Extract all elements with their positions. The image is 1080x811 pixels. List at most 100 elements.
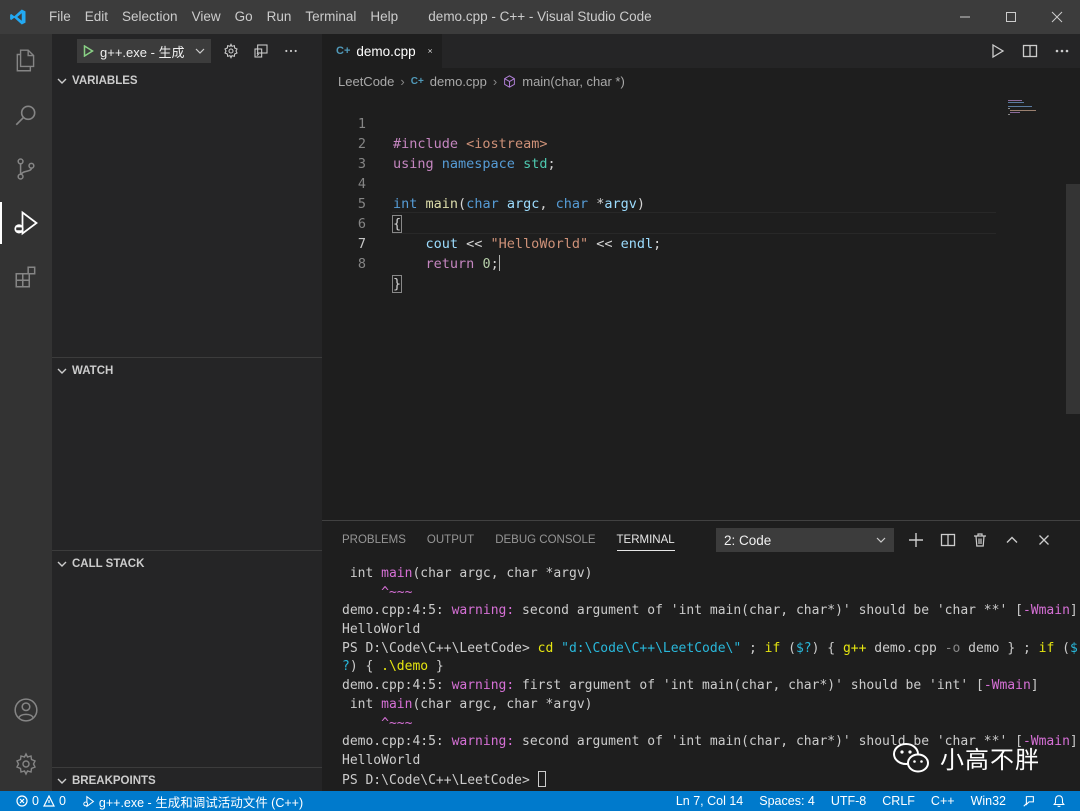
- line-number: 8: [357, 256, 366, 272]
- close-window-icon[interactable]: [1034, 0, 1080, 34]
- menu-go[interactable]: Go: [228, 0, 260, 34]
- breadcrumb-folder[interactable]: LeetCode: [338, 74, 394, 89]
- menu-selection[interactable]: Selection: [115, 0, 185, 34]
- debug-config-label: g++.exe - 生成: [100, 44, 185, 60]
- account-icon[interactable]: [0, 683, 52, 737]
- watch-header[interactable]: WATCH: [52, 358, 322, 384]
- debug-sidebar: g++.exe - 生成 VARIABLES WATCH CALL STACK …: [52, 34, 322, 791]
- menu-bar: File Edit Selection View Go Run Terminal…: [42, 0, 405, 34]
- warning-count: 0: [58, 794, 66, 808]
- watch-section: WATCH: [52, 357, 322, 551]
- symbol-method-icon: [504, 74, 516, 88]
- editor-scrollbar[interactable]: [1066, 94, 1080, 520]
- menu-terminal[interactable]: Terminal: [298, 0, 363, 34]
- extensions-icon[interactable]: [0, 250, 52, 304]
- debug-config-select[interactable]: g++.exe - 生成: [77, 39, 211, 63]
- code-line: 4 int main(char argc, char *argv): [322, 154, 1002, 212]
- error-icon: [16, 795, 28, 807]
- chevron-down-icon: [195, 48, 205, 54]
- call-stack-section: CALL STACK: [52, 550, 322, 768]
- editor-group: C+ demo.cpp LeetCode › C+ demo.cpp › mai…: [322, 34, 1080, 520]
- explorer-icon[interactable]: [0, 34, 52, 88]
- code-line: 6 cout << "HelloWorld" << endl;: [322, 194, 1002, 252]
- terminal-line: demo.cpp:4:5: warning: second argument o…: [342, 603, 1078, 619]
- code-line: 3: [322, 134, 1002, 172]
- debug-toolbar: g++.exe - 生成: [52, 34, 322, 68]
- menu-run[interactable]: Run: [260, 0, 299, 34]
- split-terminal-icon[interactable]: [940, 532, 956, 548]
- terminal-line: int main(char argc, char *argv): [342, 696, 593, 712]
- close-icon[interactable]: [427, 46, 432, 56]
- cursor-position[interactable]: Ln 7, Col 14: [676, 794, 743, 808]
- code-line: 2 using namespace std;: [322, 114, 1002, 172]
- chevron-down-icon: [57, 778, 67, 784]
- breadcrumb-file[interactable]: demo.cpp: [430, 74, 487, 89]
- terminal-line: ^~~~: [381, 584, 413, 600]
- terminal-line: int main(char argc, char *argv): [342, 566, 593, 581]
- start-debugging-icon[interactable]: [83, 45, 94, 57]
- code-line-text: return 0;: [425, 255, 500, 272]
- new-terminal-icon[interactable]: [908, 532, 924, 548]
- debug-target-label: g++.exe - 生成和调试活动文件 (C++): [98, 795, 304, 810]
- settings-gear-icon[interactable]: [0, 737, 52, 791]
- code-line: 1 #include <iostream>: [322, 94, 1002, 152]
- run-code-icon[interactable]: [990, 43, 1006, 59]
- line-ending[interactable]: CRLF: [882, 794, 915, 808]
- variables-header[interactable]: VARIABLES: [52, 68, 322, 94]
- trash-icon[interactable]: [972, 532, 988, 548]
- tab-output[interactable]: OUTPUT: [427, 521, 474, 559]
- platform[interactable]: Win32: [971, 794, 1006, 808]
- maximize-icon[interactable]: [988, 0, 1034, 34]
- search-icon[interactable]: [0, 88, 52, 142]
- code-line: 5 {: [322, 174, 1002, 233]
- language-mode[interactable]: C++: [931, 794, 955, 808]
- debug-target-status[interactable]: g++.exe - 生成和调试活动文件 (C++): [82, 792, 303, 811]
- chevron-down-icon: [57, 561, 67, 567]
- encoding[interactable]: UTF-8: [831, 794, 866, 808]
- chevron-down-icon: [876, 537, 886, 543]
- terminal-line: ?) { .\demo }: [342, 659, 444, 675]
- split-editor-icon[interactable]: [1022, 43, 1038, 59]
- menu-edit[interactable]: Edit: [78, 0, 115, 34]
- feedback-icon[interactable]: [1022, 794, 1036, 808]
- chevron-down-icon: [57, 368, 67, 374]
- status-bar: 0 0 g++.exe - 生成和调试活动文件 (C++) Ln 7, Col …: [0, 791, 1080, 811]
- title-bar: File Edit Selection View Go Run Terminal…: [0, 0, 1080, 34]
- terminal-select[interactable]: 2: Code: [716, 528, 894, 552]
- activity-bar: [0, 34, 52, 791]
- window-controls: [942, 0, 1080, 34]
- source-control-icon[interactable]: [0, 142, 52, 196]
- tab-debug-console[interactable]: DEBUG CONSOLE: [495, 521, 595, 559]
- problems-status[interactable]: 0 0: [16, 794, 66, 808]
- more-actions-icon[interactable]: [283, 43, 299, 59]
- debug-icon: [83, 795, 95, 807]
- breadcrumb-symbol[interactable]: main(char, char *): [522, 74, 625, 89]
- minimize-icon[interactable]: [942, 0, 988, 34]
- tab-terminal[interactable]: TERMINAL: [616, 521, 675, 559]
- menu-help[interactable]: Help: [363, 0, 405, 34]
- code-editor[interactable]: 1 #include <iostream> 2 using namespace …: [322, 94, 1080, 520]
- tab-problems[interactable]: PROBLEMS: [342, 521, 406, 559]
- menu-file[interactable]: File: [42, 0, 78, 34]
- warning-icon: [42, 795, 55, 807]
- watch-title: WATCH: [72, 365, 114, 377]
- vscode-logo-icon: [0, 0, 36, 34]
- chevron-down-icon: [57, 78, 67, 84]
- call-stack-header[interactable]: CALL STACK: [52, 551, 322, 577]
- wechat-logo-icon: [893, 742, 929, 772]
- chevron-up-icon[interactable]: [1004, 532, 1020, 548]
- indentation[interactable]: Spaces: 4: [759, 794, 815, 808]
- run-debug-icon[interactable]: [0, 196, 52, 250]
- close-panel-icon[interactable]: [1036, 532, 1052, 548]
- tab-demo-cpp[interactable]: C+ demo.cpp: [322, 34, 442, 68]
- bell-icon[interactable]: [1052, 794, 1066, 808]
- terminal-cursor: [537, 770, 546, 787]
- minimap[interactable]: [1006, 98, 1066, 128]
- breakpoints-section: BREAKPOINTS: [52, 767, 322, 791]
- debug-console-icon[interactable]: [253, 43, 269, 59]
- more-actions-icon[interactable]: [1054, 43, 1070, 59]
- menu-view[interactable]: View: [185, 0, 228, 34]
- cpp-file-icon: C+: [336, 45, 351, 57]
- debug-settings-gear-icon[interactable]: [223, 43, 239, 59]
- tab-label: demo.cpp: [356, 43, 416, 59]
